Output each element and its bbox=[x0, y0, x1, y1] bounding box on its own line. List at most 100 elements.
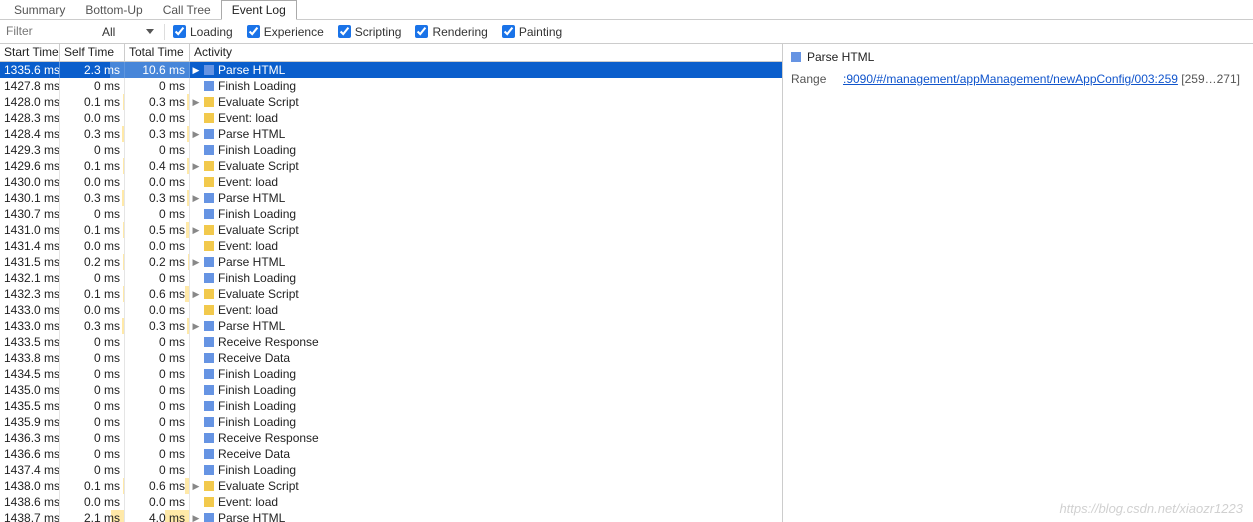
table-row[interactable]: 1435.5 ms0 ms0 msFinish Loading bbox=[0, 398, 782, 414]
activity-label: Finish Loading bbox=[218, 206, 296, 222]
col-header-total-time[interactable]: Total Time bbox=[125, 44, 190, 61]
detail-range-link[interactable]: :9090/#/management/appManagement/newAppC… bbox=[843, 72, 1178, 86]
checkbox-experience[interactable] bbox=[247, 25, 260, 38]
filter-category-value: All bbox=[102, 25, 115, 39]
table-row[interactable]: 1431.0 ms0.1 ms0.5 ms▶Evaluate Script bbox=[0, 222, 782, 238]
expand-arrow-icon[interactable]: ▶ bbox=[192, 190, 200, 206]
detail-pane: Parse HTML Range :9090/#/management/appM… bbox=[783, 44, 1253, 522]
tab-summary[interactable]: Summary bbox=[4, 1, 75, 19]
table-row[interactable]: 1436.6 ms0 ms0 msReceive Data bbox=[0, 446, 782, 462]
col-header-activity[interactable]: Activity bbox=[190, 44, 782, 61]
table-row[interactable]: 1438.6 ms0.0 ms0.0 msEvent: load bbox=[0, 494, 782, 510]
expand-arrow-icon[interactable]: ▶ bbox=[192, 254, 200, 270]
table-row[interactable]: 1433.5 ms0 ms0 msReceive Response bbox=[0, 334, 782, 350]
filter-category-select[interactable]: All bbox=[100, 25, 156, 39]
scripting-swatch-icon bbox=[204, 97, 214, 107]
activity-label: Finish Loading bbox=[218, 142, 296, 158]
loading-swatch-icon bbox=[204, 449, 214, 459]
table-row[interactable]: 1430.7 ms0 ms0 msFinish Loading bbox=[0, 206, 782, 222]
filter-check-scripting[interactable]: Scripting bbox=[338, 25, 402, 39]
activity-label: Parse HTML bbox=[218, 190, 285, 206]
loading-swatch-icon bbox=[204, 145, 214, 155]
activity-label: Receive Data bbox=[218, 446, 290, 462]
col-header-self-time[interactable]: Self Time bbox=[60, 44, 125, 61]
activity-label: Receive Response bbox=[218, 334, 319, 350]
col-header-start-time[interactable]: Start Time bbox=[0, 44, 60, 61]
table-row[interactable]: 1429.3 ms0 ms0 msFinish Loading bbox=[0, 142, 782, 158]
table-row[interactable]: 1437.4 ms0 ms0 msFinish Loading bbox=[0, 462, 782, 478]
table-row[interactable]: 1429.6 ms0.1 ms0.4 ms▶Evaluate Script bbox=[0, 158, 782, 174]
table-row[interactable]: 1428.3 ms0.0 ms0.0 msEvent: load bbox=[0, 110, 782, 126]
toolbar: All Loading Experience Scripting Rendering P… bbox=[0, 20, 1253, 44]
expand-arrow-icon[interactable]: ▶ bbox=[192, 158, 200, 174]
table-row[interactable]: 1435.0 ms0 ms0 msFinish Loading bbox=[0, 382, 782, 398]
table-row[interactable]: 1432.3 ms0.1 ms0.6 ms▶Evaluate Script bbox=[0, 286, 782, 302]
expand-arrow-icon[interactable]: ▶ bbox=[192, 478, 200, 494]
detail-range-label: Range bbox=[791, 72, 835, 86]
scripting-swatch-icon bbox=[204, 241, 214, 251]
activity-label: Finish Loading bbox=[218, 382, 296, 398]
tab-bottom-up[interactable]: Bottom-Up bbox=[75, 1, 152, 19]
expand-arrow-icon[interactable]: ▶ bbox=[192, 126, 200, 142]
tab-event-log[interactable]: Event Log bbox=[221, 0, 297, 20]
toolbar-divider bbox=[164, 24, 165, 40]
table-row[interactable]: 1335.6 ms2.3 ms10.6 ms▶Parse HTML bbox=[0, 62, 782, 78]
detail-range-tail: [259…271] bbox=[1181, 72, 1240, 86]
table-row[interactable]: 1427.8 ms0 ms0 msFinish Loading bbox=[0, 78, 782, 94]
table-row[interactable]: 1438.0 ms0.1 ms0.6 ms▶Evaluate Script bbox=[0, 478, 782, 494]
scripting-swatch-icon bbox=[204, 225, 214, 235]
expand-arrow-icon[interactable]: ▶ bbox=[192, 222, 200, 238]
activity-label: Event: load bbox=[218, 494, 278, 510]
expand-arrow-icon[interactable]: ▶ bbox=[192, 286, 200, 302]
scripting-swatch-icon bbox=[204, 161, 214, 171]
table-row[interactable]: 1431.4 ms0.0 ms0.0 msEvent: load bbox=[0, 238, 782, 254]
table-row[interactable]: 1430.1 ms0.3 ms0.3 ms▶Parse HTML bbox=[0, 190, 782, 206]
filter-check-experience[interactable]: Experience bbox=[247, 25, 324, 39]
table-row[interactable]: 1431.5 ms0.2 ms0.2 ms▶Parse HTML bbox=[0, 254, 782, 270]
filter-check-label: Experience bbox=[264, 25, 324, 39]
loading-swatch-icon bbox=[204, 209, 214, 219]
table-row[interactable]: 1436.3 ms0 ms0 msReceive Response bbox=[0, 430, 782, 446]
checkbox-rendering[interactable] bbox=[415, 25, 428, 38]
filter-check-rendering[interactable]: Rendering bbox=[415, 25, 487, 39]
expand-arrow-icon[interactable]: ▶ bbox=[192, 510, 200, 522]
table-row[interactable]: 1432.1 ms0 ms0 msFinish Loading bbox=[0, 270, 782, 286]
loading-swatch-icon bbox=[204, 273, 214, 283]
activity-label: Event: load bbox=[218, 110, 278, 126]
table-row[interactable]: 1435.9 ms0 ms0 msFinish Loading bbox=[0, 414, 782, 430]
tab-call-tree[interactable]: Call Tree bbox=[153, 1, 221, 19]
activity-label: Event: load bbox=[218, 174, 278, 190]
filter-check-loading[interactable]: Loading bbox=[173, 25, 233, 39]
table-row[interactable]: 1434.5 ms0 ms0 msFinish Loading bbox=[0, 366, 782, 382]
loading-swatch-icon bbox=[204, 369, 214, 379]
event-log-table: Start Time Self Time Total Time Activity… bbox=[0, 44, 783, 522]
loading-swatch-icon bbox=[204, 193, 214, 203]
loading-swatch-icon bbox=[204, 65, 214, 75]
scripting-swatch-icon bbox=[204, 113, 214, 123]
table-row[interactable]: 1433.8 ms0 ms0 msReceive Data bbox=[0, 350, 782, 366]
table-row[interactable]: 1428.0 ms0.1 ms0.3 ms▶Evaluate Script bbox=[0, 94, 782, 110]
activity-label: Evaluate Script bbox=[218, 222, 299, 238]
expand-arrow-icon[interactable]: ▶ bbox=[192, 94, 200, 110]
detail-title: Parse HTML bbox=[807, 50, 874, 64]
table-body[interactable]: 1335.6 ms2.3 ms10.6 ms▶Parse HTML1427.8 … bbox=[0, 62, 782, 522]
table-row[interactable]: 1433.0 ms0.0 ms0.0 msEvent: load bbox=[0, 302, 782, 318]
filter-check-painting[interactable]: Painting bbox=[502, 25, 562, 39]
checkbox-loading[interactable] bbox=[173, 25, 186, 38]
table-row[interactable]: 1428.4 ms0.3 ms0.3 ms▶Parse HTML bbox=[0, 126, 782, 142]
activity-label: Finish Loading bbox=[218, 78, 296, 94]
scripting-swatch-icon bbox=[204, 481, 214, 491]
loading-swatch-icon bbox=[204, 401, 214, 411]
filter-input[interactable] bbox=[4, 23, 92, 41]
expand-arrow-icon[interactable]: ▶ bbox=[192, 318, 200, 334]
checkbox-scripting[interactable] bbox=[338, 25, 351, 38]
checkbox-painting[interactable] bbox=[502, 25, 515, 38]
table-row[interactable]: 1433.0 ms0.3 ms0.3 ms▶Parse HTML bbox=[0, 318, 782, 334]
table-row[interactable]: 1438.7 ms2.1 ms4.0 ms▶Parse HTML bbox=[0, 510, 782, 522]
activity-label: Finish Loading bbox=[218, 398, 296, 414]
activity-label: Finish Loading bbox=[218, 270, 296, 286]
table-row[interactable]: 1430.0 ms0.0 ms0.0 msEvent: load bbox=[0, 174, 782, 190]
activity-label: Finish Loading bbox=[218, 366, 296, 382]
activity-label: Event: load bbox=[218, 302, 278, 318]
expand-arrow-icon[interactable]: ▶ bbox=[192, 62, 200, 78]
